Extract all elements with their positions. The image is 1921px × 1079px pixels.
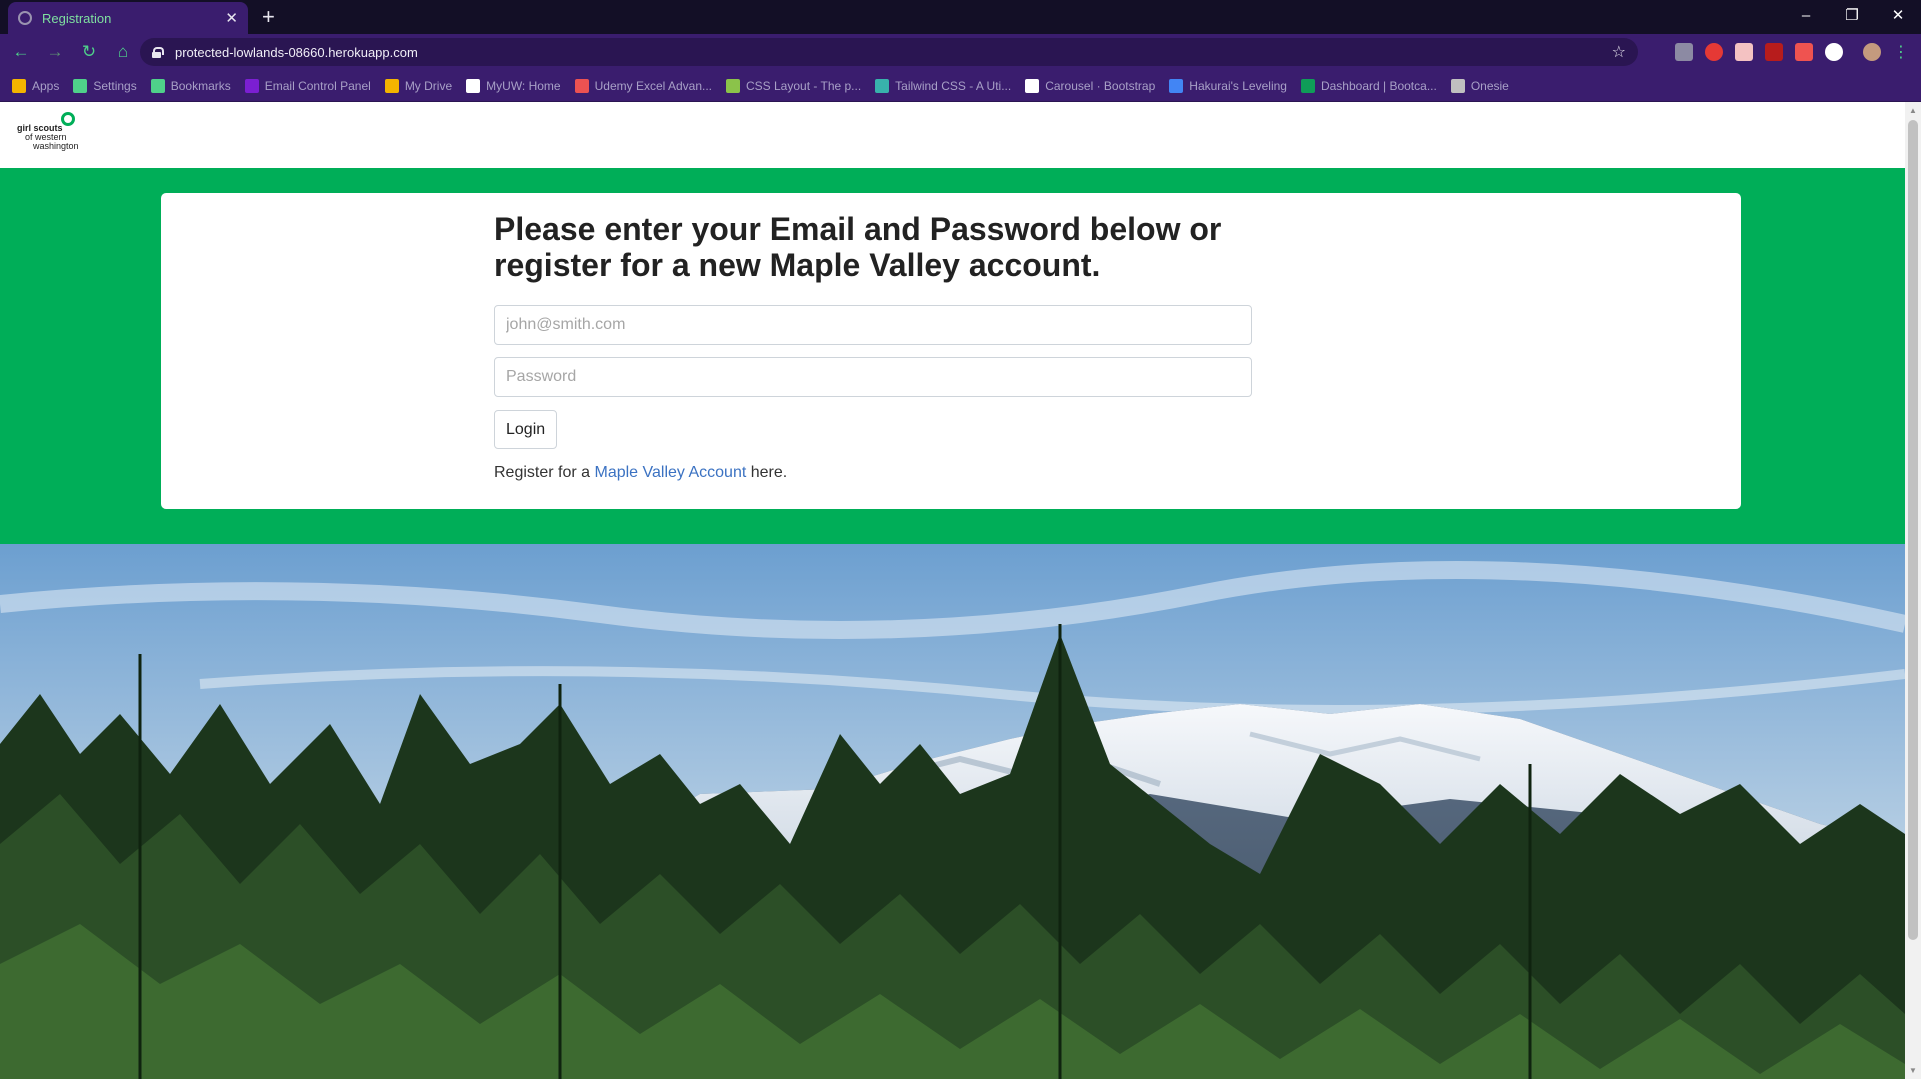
bookmark-label: Onesie: [1470, 78, 1509, 93]
register-suffix: here.: [750, 464, 788, 481]
bookmark-label: MyUW: Home: [486, 78, 561, 93]
home-icon[interactable]: ⌂: [110, 42, 136, 62]
bookmark-item[interactable]: Carousel · Bootstrap: [1025, 78, 1156, 93]
register-prefix: Register for a: [494, 464, 591, 481]
register-prompt: Register for a Maple Valley Account here…: [494, 464, 1254, 482]
login-card: Please enter your Email and Password bel…: [161, 193, 1741, 509]
extensions-area: ⋮: [1675, 42, 1909, 62]
login-button[interactable]: Login: [494, 410, 558, 449]
bootstrap-icon: [1025, 78, 1040, 93]
url-text[interactable]: protected-lowlands-08660.herokuapp.com: [175, 45, 1612, 60]
password-field[interactable]: [494, 357, 1252, 397]
star-icon: [150, 78, 165, 93]
bookmark-item[interactable]: Hakurai's Leveling: [1169, 78, 1287, 93]
globe-icon: [18, 11, 32, 25]
minimize-button[interactable]: –: [1783, 0, 1829, 30]
forward-arrow-icon[interactable]: →: [42, 42, 68, 62]
bookmark-item[interactable]: My Drive: [384, 78, 453, 93]
mountain-forest-illustration: [0, 544, 1905, 1079]
login-section: Please enter your Email and Password bel…: [0, 168, 1905, 544]
apps-grid-icon: [12, 78, 26, 93]
bookmark-label: My Drive: [404, 78, 453, 93]
bookmark-item[interactable]: MyUW: Home: [466, 78, 561, 93]
browser-toolbar: ← → ↻ ⌂ protected-lowlands-08660.herokua…: [0, 34, 1921, 70]
bookmark-label: Apps: [32, 78, 60, 93]
mountain-forest-banner: [0, 544, 1905, 1079]
bookmark-label: Udemy Excel Advan...: [594, 78, 712, 93]
bookmark-item[interactable]: Bookmarks: [150, 78, 231, 93]
close-window-button[interactable]: ✕: [1875, 0, 1921, 30]
bookmark-item[interactable]: Settings: [73, 78, 137, 93]
site-header: girl scouts of western washington: [0, 102, 1905, 168]
profile-avatar[interactable]: [1863, 43, 1881, 61]
page-content: girl scouts of western washington Please…: [0, 102, 1905, 1079]
bookmark-item[interactable]: Apps: [12, 78, 60, 93]
gear-icon: [73, 78, 88, 93]
bookmark-label: Carousel · Bootstrap: [1045, 78, 1156, 93]
bookmark-label: Settings: [93, 78, 137, 93]
lock-icon[interactable]: [152, 46, 164, 58]
bookmark-item[interactable]: CSS Layout - The p...: [726, 78, 862, 93]
bookmark-label: Hakurai's Leveling: [1189, 78, 1287, 93]
extension-share-icon[interactable]: [1795, 43, 1813, 61]
yahoo-icon: [244, 78, 259, 93]
bookmark-item[interactable]: Dashboard | Bootca...: [1300, 78, 1437, 93]
browser-tab-strip: Registration ✕ + – ❐ ✕: [0, 0, 1921, 34]
bookmark-item[interactable]: Onesie: [1450, 78, 1509, 93]
bookmark-label: CSS Layout - The p...: [746, 78, 862, 93]
logo-line-3: washington: [33, 141, 79, 151]
tailwind-icon: [875, 78, 890, 93]
new-tab-button[interactable]: +: [262, 4, 275, 30]
menu-kebab-icon[interactable]: ⋮: [1893, 42, 1909, 62]
extension-stop-icon[interactable]: [1705, 43, 1723, 61]
css-layout-icon: [726, 78, 740, 93]
reload-icon[interactable]: ↻: [76, 42, 102, 62]
bookmark-label: Tailwind CSS - A Uti...: [895, 78, 1012, 93]
scrollbar-thumb[interactable]: [1908, 120, 1918, 940]
document-icon: [1169, 78, 1184, 93]
bookmark-item[interactable]: Tailwind CSS - A Uti...: [875, 78, 1012, 93]
restore-button[interactable]: ❐: [1829, 0, 1875, 30]
window-controls: – ❐ ✕: [1783, 0, 1921, 30]
bookmark-label: Email Control Panel: [264, 78, 371, 93]
page-scrollbar[interactable]: ▲ ▼: [1905, 102, 1921, 1079]
extension-calendar-icon[interactable]: [1675, 43, 1693, 61]
scroll-down-icon[interactable]: ▼: [1909, 1066, 1917, 1075]
bootcamp-icon: [1300, 78, 1315, 93]
google-drive-icon: [384, 78, 399, 93]
page-title: Please enter your Email and Password bel…: [494, 211, 1222, 283]
bookmark-label: Dashboard | Bootca...: [1320, 78, 1437, 93]
bookmarks-bar: Apps Settings Bookmarks Email Control Panel…: [0, 70, 1921, 102]
bookmark-label: Bookmarks: [170, 78, 231, 93]
back-arrow-icon[interactable]: ←: [8, 42, 34, 62]
tab-title: Registration: [42, 10, 112, 26]
udemy-icon: [574, 78, 589, 93]
bookmark-item[interactable]: Udemy Excel Advan...: [574, 78, 712, 93]
email-field[interactable]: [494, 305, 1252, 345]
bookmark-item[interactable]: Email Control Panel: [244, 78, 371, 93]
myuw-icon: [466, 78, 481, 93]
address-bar[interactable]: protected-lowlands-08660.herokuapp.com ☆: [140, 38, 1638, 66]
extension-pdf-icon[interactable]: [1765, 43, 1783, 61]
girl-scouts-logo[interactable]: girl scouts of western washington: [17, 110, 87, 160]
browser-tab[interactable]: Registration ✕: [8, 2, 248, 34]
bookmark-star-icon[interactable]: ☆: [1612, 42, 1626, 62]
register-link[interactable]: Maple Valley Account: [595, 464, 747, 481]
extension-mail-icon[interactable]: [1735, 43, 1753, 61]
close-tab-icon[interactable]: ✕: [225, 9, 238, 27]
scroll-up-icon[interactable]: ▲: [1909, 106, 1917, 115]
onesie-icon: [1450, 78, 1465, 93]
extension-circle-icon[interactable]: [1825, 43, 1843, 61]
